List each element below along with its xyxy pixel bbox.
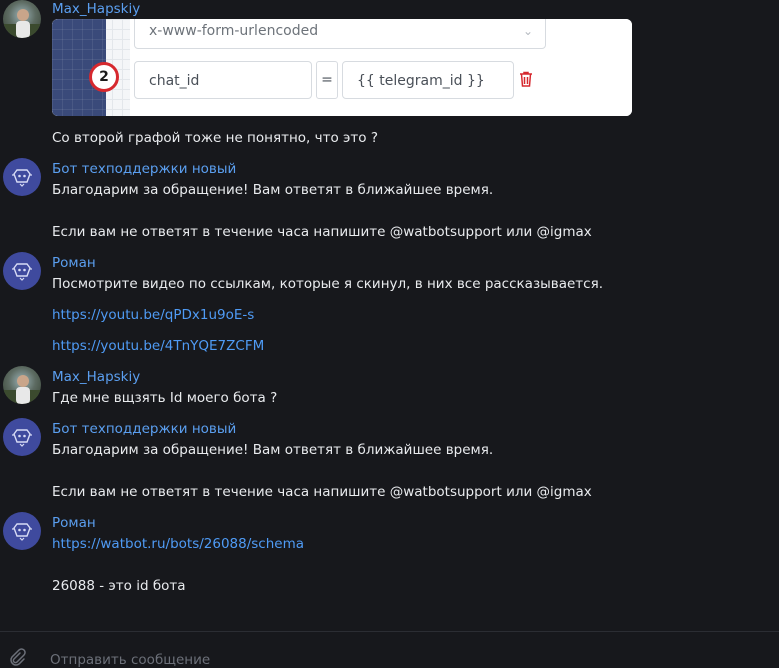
sender-name[interactable]: Бот техподдержки новый: [52, 421, 236, 437]
image-equals-sign: =: [316, 61, 338, 99]
message-link[interactable]: https://watbot.ru/bots/26088/schema: [52, 536, 304, 552]
trash-icon: [520, 71, 532, 87]
avatar[interactable]: [3, 512, 41, 550]
message-input[interactable]: [50, 652, 650, 668]
message-text: Где мне вщзять Id моего бота ?: [52, 390, 278, 406]
message-link[interactable]: https://youtu.be/qPDx1u9oE-s: [52, 307, 254, 323]
message-text: 26088 - это id бота: [52, 578, 186, 594]
paperclip-icon[interactable]: [8, 648, 26, 666]
avatar[interactable]: [3, 252, 41, 290]
message-text: Если вам не ответят в течение часа напиш…: [52, 484, 592, 500]
sender-name[interactable]: Роман: [52, 515, 96, 531]
avatar[interactable]: [3, 418, 41, 456]
message-text: Если вам не ответят в течение часа напиш…: [52, 224, 592, 240]
image-select-value: x-www-form-urlencoded: [149, 23, 319, 39]
image-value-field: {{ telegram_id }}: [342, 61, 514, 99]
message-text: Благодарим за обращение! Вам ответят в б…: [52, 182, 494, 198]
image-key-field: chat_id: [134, 61, 312, 99]
chevron-down-icon: ⌄: [522, 24, 533, 38]
message-text: Со второй графой тоже не понятно, что эт…: [52, 130, 379, 146]
bot-icon: [12, 263, 32, 281]
user-photo-icon: [3, 375, 41, 404]
sender-name[interactable]: Роман: [52, 255, 96, 271]
bot-icon: [12, 429, 32, 447]
step-number-badge: 2: [89, 62, 119, 92]
message-composer: [0, 632, 779, 668]
user-photo-icon: [3, 9, 41, 38]
image-right-margin: [566, 19, 632, 116]
attached-image[interactable]: x-www-form-urlencoded ⌄ 2 chat_id = {{ t…: [52, 19, 632, 116]
bot-icon: [12, 523, 32, 541]
message-text: Посмотрите видео по ссылкам, которые я с…: [52, 276, 604, 292]
message-text: Благодарим за обращение! Вам ответят в б…: [52, 442, 494, 458]
message-link[interactable]: https://youtu.be/4TnYQE7ZCFM: [52, 338, 264, 354]
sender-name[interactable]: Max_Hapskiy: [52, 1, 140, 17]
bot-icon: [12, 169, 32, 187]
sender-name[interactable]: Max_Hapskiy: [52, 369, 140, 385]
avatar[interactable]: [3, 158, 41, 196]
image-content-type-select: x-www-form-urlencoded ⌄: [134, 19, 546, 49]
avatar[interactable]: [3, 366, 41, 404]
sender-name[interactable]: Бот техподдержки новый: [52, 161, 236, 177]
avatar[interactable]: [3, 0, 41, 38]
